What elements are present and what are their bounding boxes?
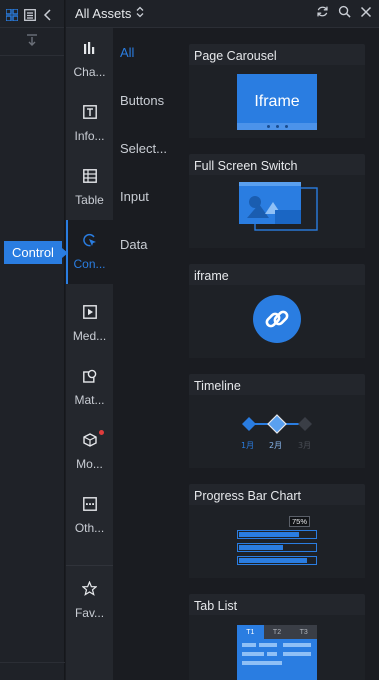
card-title: Page Carousel: [194, 49, 277, 63]
cursor-click-icon: [82, 233, 97, 252]
card-title: iframe: [194, 269, 229, 283]
category-label: Fav...: [74, 605, 105, 620]
filter-data[interactable]: Data: [120, 237, 147, 252]
pin-icon[interactable]: [26, 33, 38, 51]
fullscreen-preview-icon: [235, 180, 319, 243]
card-title: Full Screen Switch: [194, 159, 298, 173]
rail-footer: [0, 662, 65, 680]
filter-list: All Buttons Select... Input Data: [113, 28, 170, 680]
category-label: Oth...: [74, 521, 105, 535]
active-category-tag: Control: [4, 241, 68, 264]
star-icon: [81, 580, 98, 601]
category-model[interactable]: Mo...: [66, 420, 113, 484]
card-preview: 75%: [189, 505, 365, 578]
text-box-icon: [82, 105, 97, 124]
search-icon[interactable]: [338, 5, 351, 23]
card-title: Timeline: [194, 379, 241, 393]
pin-bar: [0, 28, 64, 56]
carousel-dots: [237, 122, 317, 130]
assets-dropdown[interactable]: All Assets: [75, 6, 131, 21]
category-favorites[interactable]: Fav...: [66, 568, 113, 632]
refresh-icon[interactable]: [316, 5, 329, 23]
category-label: Info...: [74, 129, 105, 143]
asset-card-timeline[interactable]: Timeline 1月 2月 3月: [189, 374, 365, 468]
collapse-left-icon[interactable]: [42, 8, 54, 21]
card-preview: [189, 285, 365, 358]
timeline-tick-1: 1月: [241, 440, 255, 450]
material-icon: [82, 369, 97, 388]
category-divider: [66, 565, 113, 566]
category-label: Mo...: [76, 457, 103, 471]
play-icon: [82, 305, 97, 324]
timeline-preview: 1月 2月 3月: [237, 411, 317, 453]
list-icon[interactable]: [24, 8, 36, 21]
tab-t1: T1: [237, 625, 264, 639]
tab-t2: T2: [263, 625, 291, 639]
asset-card-page-carousel[interactable]: Page Carousel Iframe: [189, 44, 365, 138]
table-icon: [82, 169, 97, 188]
notification-dot: [99, 430, 104, 435]
category-label: Mat...: [74, 393, 105, 407]
close-icon[interactable]: [360, 5, 372, 23]
card-preview: [189, 175, 365, 248]
category-label: Table: [75, 193, 104, 207]
bar-chart-icon: [83, 41, 97, 60]
category-label: Con...: [73, 257, 106, 271]
grid-icon[interactable]: [5, 7, 19, 22]
asset-grid: Page Carousel Iframe Full Screen Switch …: [170, 28, 379, 680]
card-preview: T1 T2 T3: [189, 615, 365, 680]
category-label: Cha...: [73, 65, 106, 79]
category-charts[interactable]: Cha...: [66, 28, 113, 92]
tab-t3: T3: [290, 625, 318, 639]
carousel-preview: Iframe: [237, 73, 317, 130]
link-icon: [252, 294, 302, 349]
asset-card-iframe[interactable]: iframe: [189, 264, 365, 358]
category-media[interactable]: Med...: [66, 292, 113, 356]
assets-header: All Assets: [66, 0, 379, 28]
carousel-preview-text: Iframe: [254, 92, 300, 110]
card-title: Progress Bar Chart: [194, 489, 301, 503]
timeline-tick-3: 3月: [298, 440, 312, 450]
sort-chevron-icon[interactable]: [135, 6, 145, 21]
category-material[interactable]: Mat...: [66, 356, 113, 420]
asset-card-full-screen-switch[interactable]: Full Screen Switch: [189, 154, 365, 248]
progress-preview: 75%: [237, 514, 317, 570]
filter-select[interactable]: Select...: [120, 141, 167, 156]
asset-card-progress-bar-chart[interactable]: Progress Bar Chart 75%: [189, 484, 365, 578]
category-control[interactable]: Con...: [66, 220, 113, 284]
header-tools: [316, 5, 379, 23]
category-table[interactable]: Table: [66, 156, 113, 220]
rail-toolbar: [0, 0, 64, 28]
card-preview: Iframe: [189, 65, 365, 138]
left-rail: [0, 0, 65, 680]
tab-list-preview: T1 T2 T3: [237, 625, 318, 680]
category-label: Med...: [72, 329, 107, 343]
filter-all[interactable]: All: [120, 45, 134, 60]
timeline-tick-2: 2月: [269, 440, 283, 450]
category-info[interactable]: Info...: [66, 92, 113, 156]
filter-input[interactable]: Input: [120, 189, 149, 204]
tab-row: T1 T2 T3: [237, 625, 318, 639]
progress-badge: 75%: [289, 515, 310, 527]
card-preview: 1月 2月 3月: [189, 395, 365, 468]
cube-icon: [82, 433, 97, 452]
category-list: Cha... Info... Table Con... Med... Mat..…: [66, 28, 113, 680]
filter-buttons[interactable]: Buttons: [120, 93, 164, 108]
card-title: Tab List: [194, 599, 238, 613]
category-other[interactable]: Oth...: [66, 484, 113, 548]
more-box-icon: [82, 497, 97, 516]
asset-card-tab-list[interactable]: Tab List T1 T2 T3: [189, 594, 365, 680]
